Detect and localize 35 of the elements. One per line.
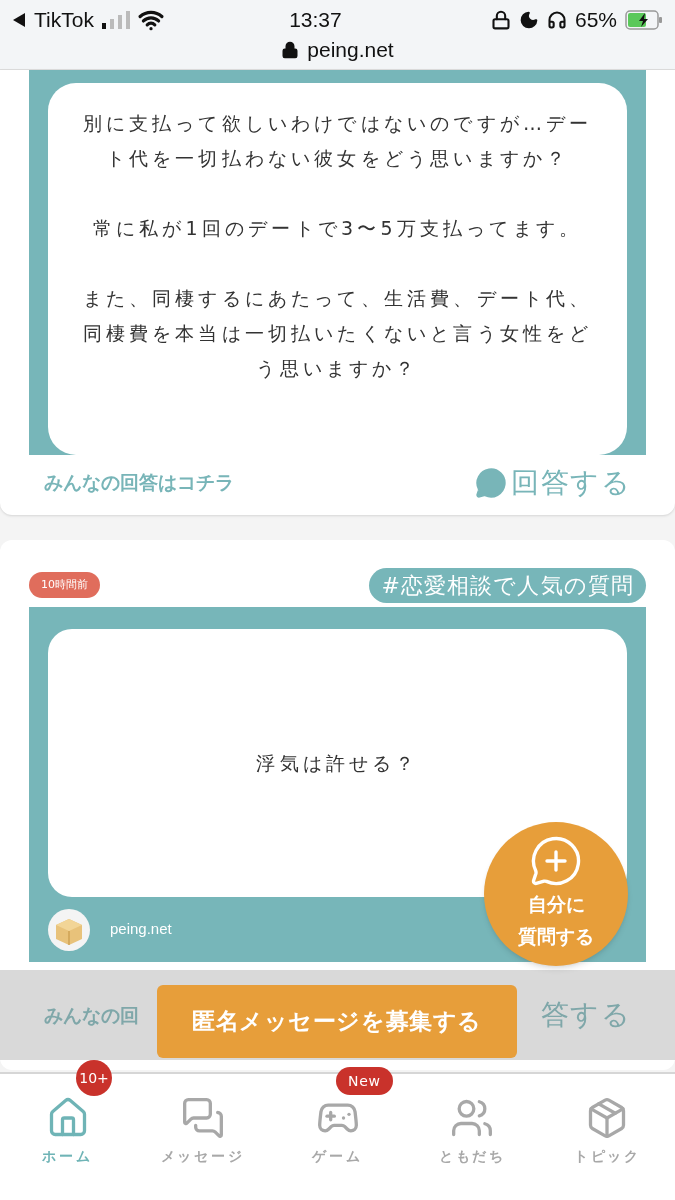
- headphones-icon: [546, 10, 567, 30]
- tab[interactable]: ホーム: [34, 1096, 101, 1200]
- notification-badge: 10+: [76, 1060, 112, 1096]
- tab[interactable]: ゲーム: [304, 1096, 371, 1200]
- battery-icon: [625, 10, 663, 30]
- speech-bubble-icon: [475, 466, 508, 499]
- moon-icon: [518, 10, 539, 30]
- time-badge: 10時間前: [29, 571, 100, 599]
- recruit-banner-button[interactable]: 匿名メッセージを募集する: [157, 985, 517, 1058]
- clock-time: 13:37: [289, 7, 342, 34]
- tab[interactable]: トピック: [565, 1096, 650, 1200]
- chat-bubbles-icon: [180, 1096, 225, 1140]
- avatar-box-icon: [48, 908, 90, 951]
- all-answers-link[interactable]: みんなの回答はコチラ: [44, 468, 234, 497]
- back-app-label[interactable]: TikTok: [34, 4, 94, 36]
- answer-button[interactable]: 回答する: [475, 461, 631, 504]
- signal-icon: [101, 11, 130, 29]
- all-answers-link[interactable]: みんなの回: [44, 1000, 139, 1030]
- question-text: 常に私が1回のデートで3〜5万支払ってます。: [91, 216, 584, 241]
- question-text: 別に支払って欲しいわけではないのですが…デート代を一切払わない彼女をどう思いますか？: [81, 111, 594, 171]
- url-text[interactable]: peing.net: [307, 34, 394, 66]
- tab[interactable]: ともだち: [430, 1096, 515, 1200]
- notification-badge: New: [336, 1067, 393, 1095]
- question-text: また、同棲するにあたって、生活費、デート代、同棲費を本当は一切払いたくないと言う女性をどう思いますか？: [81, 286, 594, 381]
- add-question-icon: [529, 834, 583, 888]
- button-label-line: 自分に: [527, 892, 585, 917]
- battery-percent: 65%: [574, 7, 617, 34]
- button-label-line: 質問する: [518, 924, 594, 949]
- question-text: 浮気は許せる？: [256, 750, 419, 776]
- lock-icon: [281, 41, 300, 59]
- back-icon: [12, 12, 26, 28]
- tag-badge[interactable]: #恋愛相談で人気の質問: [369, 567, 646, 603]
- answer-button-text[interactable]: 答する: [540, 994, 631, 1036]
- tab[interactable]: メッセージ: [152, 1096, 253, 1200]
- site-name: peing.net: [110, 919, 172, 940]
